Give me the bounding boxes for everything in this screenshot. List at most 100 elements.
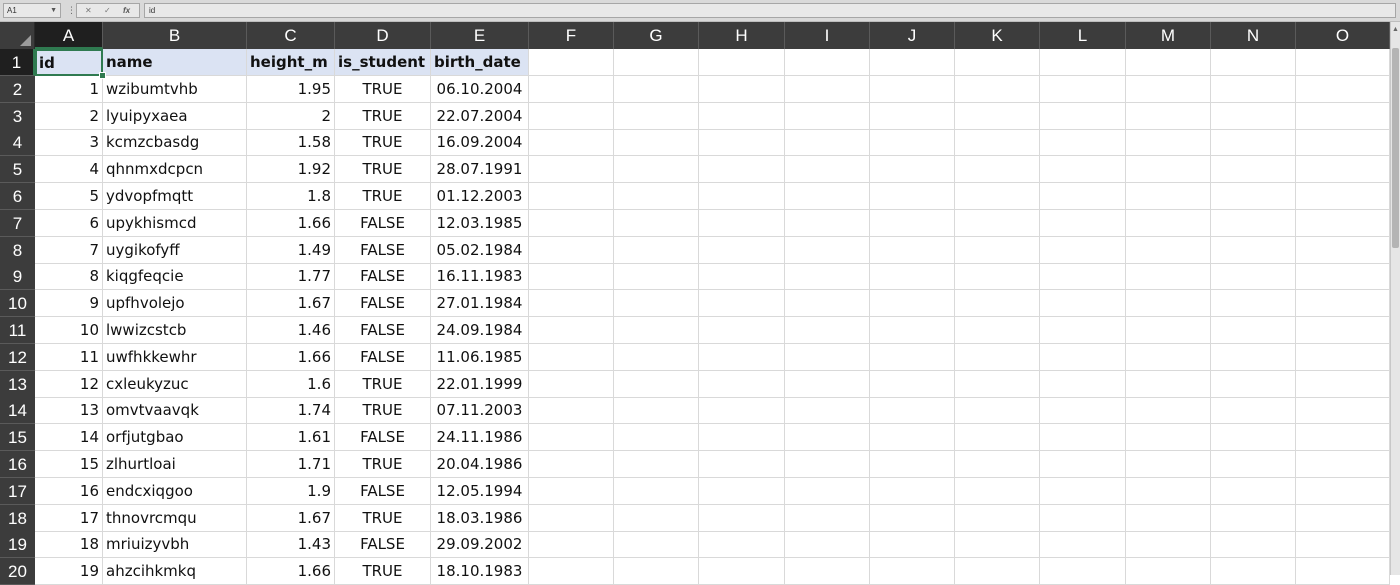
empty-cell[interactable]	[1040, 75, 1126, 103]
empty-cell[interactable]	[1040, 451, 1126, 478]
table-cell[interactable]: 1.43	[247, 531, 335, 559]
empty-cell[interactable]	[699, 102, 785, 130]
empty-cell[interactable]	[529, 451, 614, 478]
table-cell[interactable]: 2	[35, 102, 103, 130]
empty-cell[interactable]	[529, 129, 614, 157]
formula-input[interactable]: id	[144, 3, 1396, 18]
empty-cell[interactable]	[614, 504, 699, 532]
empty-cell[interactable]	[1211, 397, 1296, 425]
empty-cell[interactable]	[1040, 156, 1126, 184]
empty-cell[interactable]	[955, 317, 1040, 344]
column-header-m[interactable]: M	[1126, 22, 1211, 49]
table-cell[interactable]: 1.58	[247, 129, 335, 157]
table-cell[interactable]: kiqgfeqcie	[103, 263, 247, 291]
empty-cell[interactable]	[614, 531, 699, 559]
empty-cell[interactable]	[1126, 49, 1211, 76]
empty-cell[interactable]	[955, 451, 1040, 478]
empty-cell[interactable]	[614, 49, 699, 76]
table-cell[interactable]: FALSE	[335, 209, 431, 237]
name-box[interactable]: A1 ▼	[3, 3, 61, 18]
enter-icon[interactable]: ✓	[104, 4, 111, 17]
empty-cell[interactable]	[1126, 317, 1211, 344]
empty-cell[interactable]	[614, 370, 699, 398]
empty-cell[interactable]	[1126, 183, 1211, 210]
table-cell[interactable]: 1.71	[247, 451, 335, 478]
empty-cell[interactable]	[529, 49, 614, 76]
empty-cell[interactable]	[1211, 75, 1296, 103]
empty-cell[interactable]	[614, 424, 699, 452]
empty-cell[interactable]	[1040, 370, 1126, 398]
empty-cell[interactable]	[1211, 558, 1296, 585]
empty-cell[interactable]	[1296, 424, 1390, 452]
empty-cell[interactable]	[1126, 558, 1211, 585]
table-cell[interactable]: TRUE	[335, 102, 431, 130]
empty-cell[interactable]	[699, 236, 785, 264]
empty-cell[interactable]	[1296, 370, 1390, 398]
table-cell[interactable]: TRUE	[335, 156, 431, 184]
table-cell[interactable]: orfjutgbao	[103, 424, 247, 452]
row-header-1[interactable]: 1	[0, 49, 35, 76]
empty-cell[interactable]	[785, 504, 870, 532]
table-cell[interactable]: 1.67	[247, 504, 335, 532]
empty-cell[interactable]	[870, 504, 955, 532]
empty-cell[interactable]	[699, 75, 785, 103]
column-header-o[interactable]: O	[1296, 22, 1390, 49]
table-cell[interactable]: cxleukyzuc	[103, 370, 247, 398]
empty-cell[interactable]	[1211, 290, 1296, 318]
table-cell[interactable]: 1.61	[247, 424, 335, 452]
table-cell[interactable]: 06.10.2004	[431, 75, 529, 103]
cancel-icon[interactable]: ✕	[85, 4, 92, 17]
table-cell[interactable]: 5	[35, 183, 103, 210]
table-cell[interactable]: qhnmxdcpcn	[103, 156, 247, 184]
empty-cell[interactable]	[955, 263, 1040, 291]
table-cell[interactable]: ahzcihkmkq	[103, 558, 247, 585]
empty-cell[interactable]	[529, 504, 614, 532]
table-cell[interactable]: 10	[35, 317, 103, 344]
empty-cell[interactable]	[785, 451, 870, 478]
empty-cell[interactable]	[870, 129, 955, 157]
empty-cell[interactable]	[1040, 102, 1126, 130]
empty-cell[interactable]	[785, 397, 870, 425]
empty-cell[interactable]	[955, 209, 1040, 237]
table-cell[interactable]: TRUE	[335, 504, 431, 532]
empty-cell[interactable]	[785, 290, 870, 318]
empty-cell[interactable]	[1126, 290, 1211, 318]
empty-cell[interactable]	[1296, 183, 1390, 210]
empty-cell[interactable]	[1126, 370, 1211, 398]
table-cell[interactable]: 9	[35, 290, 103, 318]
column-header-j[interactable]: J	[870, 22, 955, 49]
row-header-2[interactable]: 2	[0, 75, 35, 103]
empty-cell[interactable]	[699, 424, 785, 452]
empty-cell[interactable]	[1040, 49, 1126, 76]
empty-cell[interactable]	[1211, 531, 1296, 559]
column-header-b[interactable]: B	[103, 22, 247, 49]
empty-cell[interactable]	[785, 370, 870, 398]
empty-cell[interactable]	[529, 183, 614, 210]
empty-cell[interactable]	[785, 424, 870, 452]
column-header-k[interactable]: K	[955, 22, 1040, 49]
empty-cell[interactable]	[614, 183, 699, 210]
table-cell[interactable]: 1.77	[247, 263, 335, 291]
empty-cell[interactable]	[870, 263, 955, 291]
table-cell[interactable]: FALSE	[335, 317, 431, 344]
empty-cell[interactable]	[785, 156, 870, 184]
row-header-15[interactable]: 15	[0, 424, 35, 452]
table-cell[interactable]: uwfhkkewhr	[103, 343, 247, 371]
empty-cell[interactable]	[529, 75, 614, 103]
empty-cell[interactable]	[1126, 451, 1211, 478]
empty-cell[interactable]	[870, 397, 955, 425]
table-cell[interactable]: lyuipyxaea	[103, 102, 247, 130]
empty-cell[interactable]	[1040, 236, 1126, 264]
empty-cell[interactable]	[870, 102, 955, 130]
empty-cell[interactable]	[1126, 424, 1211, 452]
empty-cell[interactable]	[1296, 397, 1390, 425]
table-header-cell[interactable]: height_m	[247, 49, 335, 76]
empty-cell[interactable]	[785, 209, 870, 237]
table-cell[interactable]: 18	[35, 531, 103, 559]
empty-cell[interactable]	[1296, 236, 1390, 264]
empty-cell[interactable]	[1040, 183, 1126, 210]
empty-cell[interactable]	[614, 477, 699, 505]
empty-cell[interactable]	[699, 504, 785, 532]
table-cell[interactable]: TRUE	[335, 451, 431, 478]
empty-cell[interactable]	[699, 558, 785, 585]
